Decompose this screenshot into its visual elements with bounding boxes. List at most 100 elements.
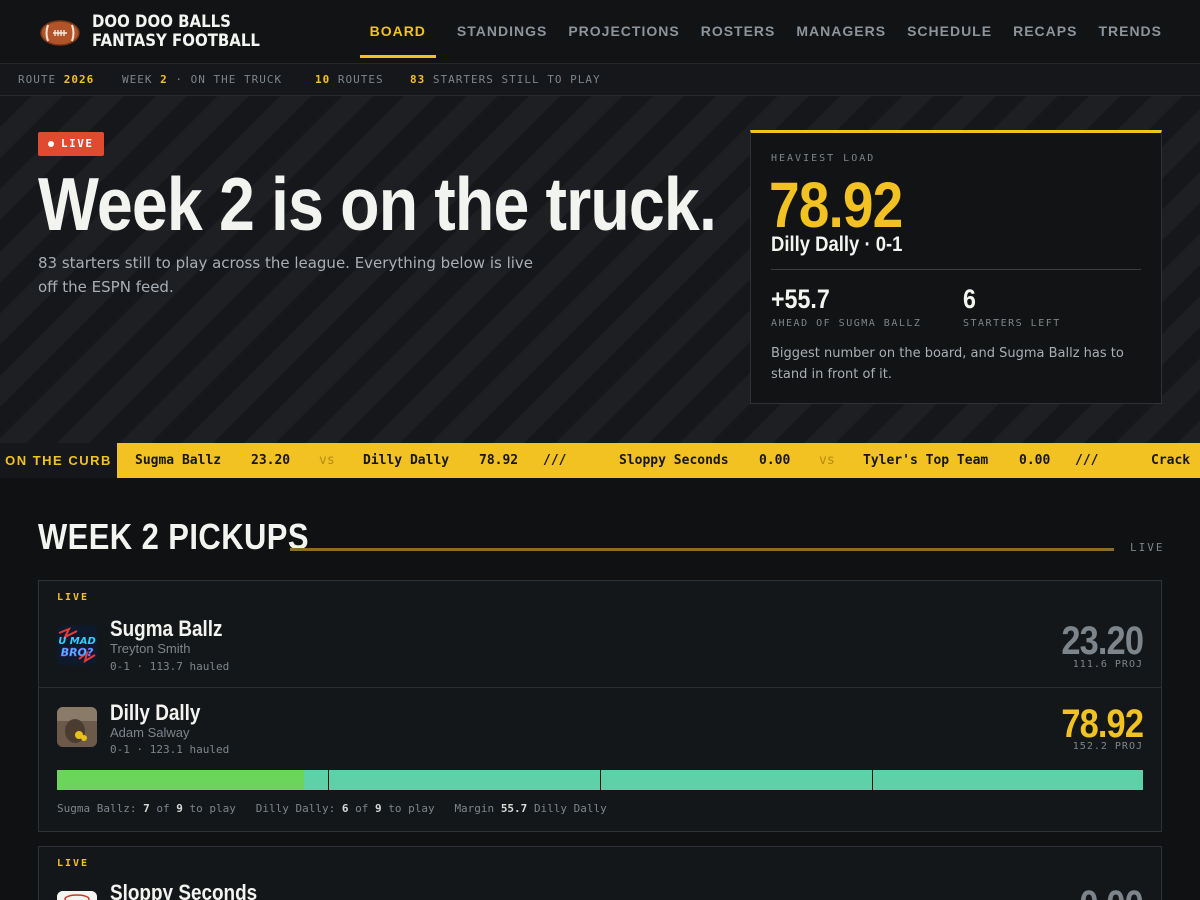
team-row-away[interactable]: Dilly Dally Adam Salway 0-1 · 123.1 haul… (39, 687, 1161, 767)
route-value: 2026 (63, 73, 95, 86)
team-name[interactable]: Sugma Ballz (110, 616, 222, 642)
team-projection: 111.6 PROJ (1072, 659, 1143, 670)
team-projection: 152.2 PROJ (1072, 741, 1143, 752)
margin-label: Margin (454, 802, 495, 815)
nav-standings[interactable]: STANDINGS (457, 0, 547, 64)
routes-count: 10 (315, 73, 331, 86)
margin-team: Dilly Dally (533, 802, 607, 815)
route-label: ROUTE (18, 73, 57, 86)
bar-tick (872, 770, 873, 790)
starters-label: STARTERS STILL TO PLAY (432, 73, 601, 86)
margin-label: AHEAD OF SUGMA BALLZ (771, 318, 922, 329)
ticker-score: 78.92 (479, 453, 519, 468)
to-play-text: to play (189, 802, 236, 815)
ticker-label: ON THE CURB (0, 443, 117, 478)
team-name[interactable]: Sloppy Seconds (110, 880, 257, 900)
matchup-card[interactable]: LIVE U MAD BRO? Sugma Ballz Treyton Smit… (38, 580, 1162, 832)
margin-value: +55.7 (771, 284, 830, 314)
away-total: 9 (374, 802, 382, 815)
ticker-vs: vs (819, 453, 835, 468)
team-record: 0-1 · 113.7 hauled (110, 660, 230, 673)
card-team: Dilly Dally · 0-1 (771, 233, 903, 256)
score-ticker: ON THE CURB Sugma Ballz 23.20 vs Dilly D… (0, 443, 1200, 478)
home-summary-label: Sugma Ballz: (57, 802, 137, 815)
matchup-progress-bar (57, 770, 1143, 790)
umad-bro-logo-icon: U MAD BRO? (57, 625, 97, 665)
starters-info: 83 STARTERS STILL TO PLAY (410, 64, 601, 95)
nav-managers[interactable]: MANAGERS (796, 0, 886, 64)
heaviest-load-card[interactable]: HEAVIEST LOAD 78.92 Dilly Dally · 0-1 +5… (750, 130, 1162, 404)
week-suffix: · ON THE TRUCK (175, 73, 283, 86)
ticker-team[interactable]: Sugma Ballz (135, 443, 221, 478)
ticker-vs: vs (319, 453, 335, 468)
team-score: 0.00 (1079, 883, 1143, 900)
matchup-summary: Sugma Ballz: 7 of 9 to play Dilly Dally:… (57, 802, 607, 816)
nav-trends[interactable]: TRENDS (1098, 0, 1162, 64)
home-left: 7 (143, 802, 150, 815)
starters-left-label: STARTERS LEFT (963, 318, 1061, 329)
team-score: 78.92 (1061, 702, 1144, 746)
card-note: Biggest number on the board, and Sugma B… (771, 346, 1124, 382)
home-total: 9 (176, 802, 183, 815)
matchup-card[interactable]: LIVE Sloppy Seconds 0.00 (38, 846, 1162, 900)
card-divider (771, 269, 1141, 270)
site-title[interactable]: DOO DOO BALLS FANTASY FOOTBALL (92, 13, 277, 51)
hero: LIVE Week 2 is on the truck. 83 starters… (0, 96, 1200, 443)
team-row-home[interactable]: U MAD BRO? Sugma Ballz Treyton Smith 0-1… (39, 581, 1161, 687)
nav-schedule[interactable]: SCHEDULE (907, 0, 992, 64)
routes-label: ROUTES (337, 73, 384, 86)
margin-value: 55.7 (500, 802, 528, 815)
section-title: WEEK 2 PICKUPS (38, 516, 309, 557)
ticker-team[interactable]: Dilly Dally (363, 443, 449, 478)
nav-projections[interactable]: PROJECTIONS (568, 0, 679, 64)
nav-recaps[interactable]: RECAPS (1013, 0, 1077, 64)
week-label: WEEK (122, 73, 153, 86)
svg-text:BRO?: BRO? (61, 646, 94, 659)
ticker-separator: /// (543, 453, 567, 468)
card-stat-margin: +55.7 AHEAD OF SUGMA BALLZ (771, 283, 921, 330)
ticker-score: 23.20 (251, 453, 291, 468)
section-rule (290, 548, 1114, 551)
bar-tick (600, 770, 601, 790)
team-owner: Treyton Smith (110, 641, 191, 656)
status-strip: ROUTE 2026 WEEK 2 · ON THE TRUCK 10 ROUT… (0, 64, 1200, 96)
bar-tick (328, 770, 329, 790)
card-score: 78.92 (769, 169, 903, 241)
team-photo-icon (57, 707, 97, 747)
route-info: ROUTE 2026 (18, 64, 94, 95)
ticker-score: 0.00 (1019, 453, 1051, 468)
hero-subtitle: 83 starters still to play across the lea… (38, 254, 534, 296)
main-nav: BOARD STANDINGS PROJECTIONS ROSTERS MANA… (349, 0, 1162, 64)
progress-fill (57, 770, 304, 790)
team-owner: Adam Salway (110, 725, 190, 740)
team-score: 23.20 (1061, 619, 1144, 663)
team-record: 0-1 · 123.1 hauled (110, 743, 230, 756)
ticker-team[interactable]: Sloppy Seconds (619, 443, 729, 478)
routes-info: 10 ROUTES (315, 64, 384, 95)
site-header: DOO DOO BALLS FANTASY FOOTBALL BOARD STA… (0, 0, 1200, 64)
football-icon[interactable] (40, 18, 80, 48)
team-row-home[interactable]: Sloppy Seconds 0.00 (39, 847, 1161, 900)
week-value: 2 (160, 73, 168, 86)
hero-title: Week 2 is on the truck. (38, 162, 717, 246)
to-play-text: to play (388, 802, 435, 815)
starters-left-value: 6 (963, 284, 976, 314)
away-summary-label: Dilly Dally: (255, 802, 336, 815)
live-badge-label: LIVE (61, 137, 94, 150)
live-dot-icon (48, 141, 54, 147)
team-logo-icon (57, 891, 97, 900)
of-text: of (355, 802, 369, 815)
card-stat-starters: 6 STARTERS LEFT (963, 283, 1061, 330)
ticker-team[interactable]: Crack (1151, 443, 1190, 478)
ticker-team[interactable]: Tyler's Top Team (863, 443, 988, 478)
live-badge: LIVE (38, 132, 104, 156)
ticker-separator: /// (1075, 453, 1099, 468)
section-status: LIVE (1130, 541, 1165, 554)
nav-rosters[interactable]: ROSTERS (701, 0, 776, 64)
week-info: WEEK 2 · ON THE TRUCK (122, 64, 282, 95)
of-text: of (156, 802, 170, 815)
starters-count: 83 (410, 73, 426, 86)
ticker-score: 0.00 (759, 453, 791, 468)
team-name[interactable]: Dilly Dally (110, 700, 200, 726)
nav-board[interactable]: BOARD (359, 0, 437, 64)
